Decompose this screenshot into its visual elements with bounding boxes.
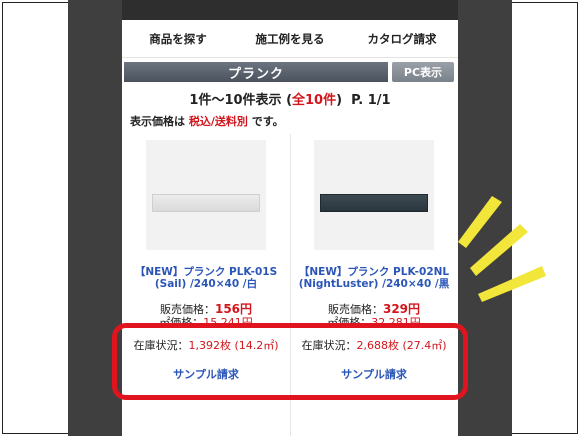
top-bar bbox=[122, 0, 458, 20]
price-note: 表示価格は 税込/送料別 です。 bbox=[130, 113, 284, 129]
result-total: 全10件 bbox=[292, 93, 337, 108]
product-name-line2: (Sail) /240×40 /白 bbox=[154, 278, 258, 290]
tile-swatch bbox=[152, 194, 260, 212]
tile-swatch bbox=[320, 194, 428, 212]
price-note-highlight: 税込/送料別 bbox=[188, 115, 248, 128]
burst-stroke bbox=[478, 266, 546, 302]
nav-item-search-products[interactable]: 商品を探す bbox=[122, 20, 234, 57]
highlight-annotation bbox=[112, 323, 468, 400]
emphasis-burst-icon bbox=[458, 196, 546, 302]
result-close: ) bbox=[336, 93, 343, 108]
product-name-link[interactable]: 【NEW】プランク PLK-01S (Sail) /240×40 /白 bbox=[126, 266, 286, 290]
pc-view-button[interactable]: PC表示 bbox=[392, 62, 454, 82]
category-title: プランク bbox=[124, 62, 388, 82]
price-note-suffix: です。 bbox=[247, 115, 284, 128]
result-count: 1件〜10件表示 (全10件) P. 1/1 bbox=[122, 89, 458, 108]
product-image[interactable] bbox=[146, 140, 266, 250]
page-indicator: P. 1/1 bbox=[351, 93, 391, 108]
product-image[interactable] bbox=[314, 140, 434, 250]
nav-bar: 商品を探す 施工例を見る カタログ請求 bbox=[122, 20, 458, 58]
price-note-prefix: 表示価格は bbox=[130, 115, 189, 128]
nav-item-examples[interactable]: 施工例を見る bbox=[234, 20, 346, 57]
product-name-line1: 【NEW】プランク PLK-01S bbox=[134, 266, 278, 278]
result-range: 1件〜10件表示 ( bbox=[189, 93, 293, 108]
burst-stroke bbox=[470, 224, 528, 276]
nav-item-catalog-request[interactable]: カタログ請求 bbox=[346, 20, 458, 57]
burst-stroke bbox=[458, 196, 502, 248]
